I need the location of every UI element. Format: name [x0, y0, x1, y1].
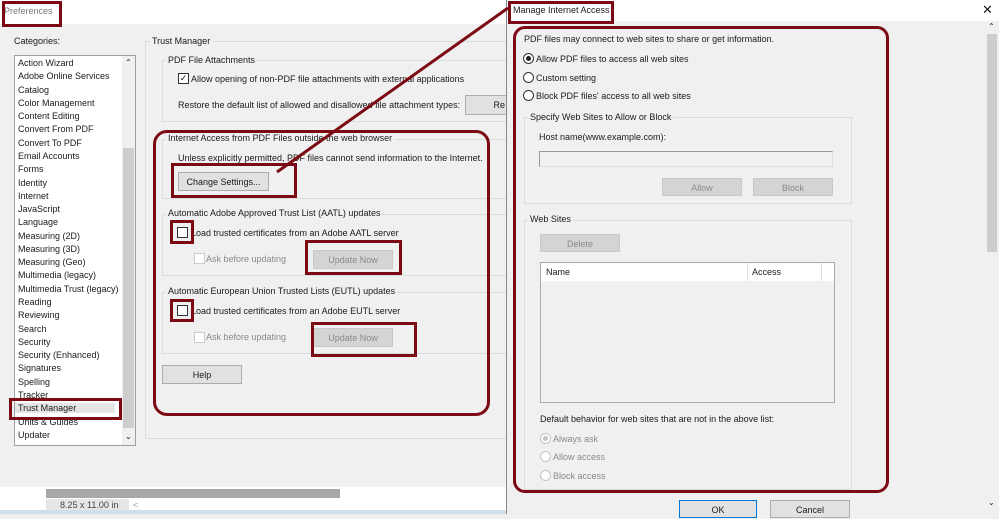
- annotation-arrow-line: [276, 6, 509, 174]
